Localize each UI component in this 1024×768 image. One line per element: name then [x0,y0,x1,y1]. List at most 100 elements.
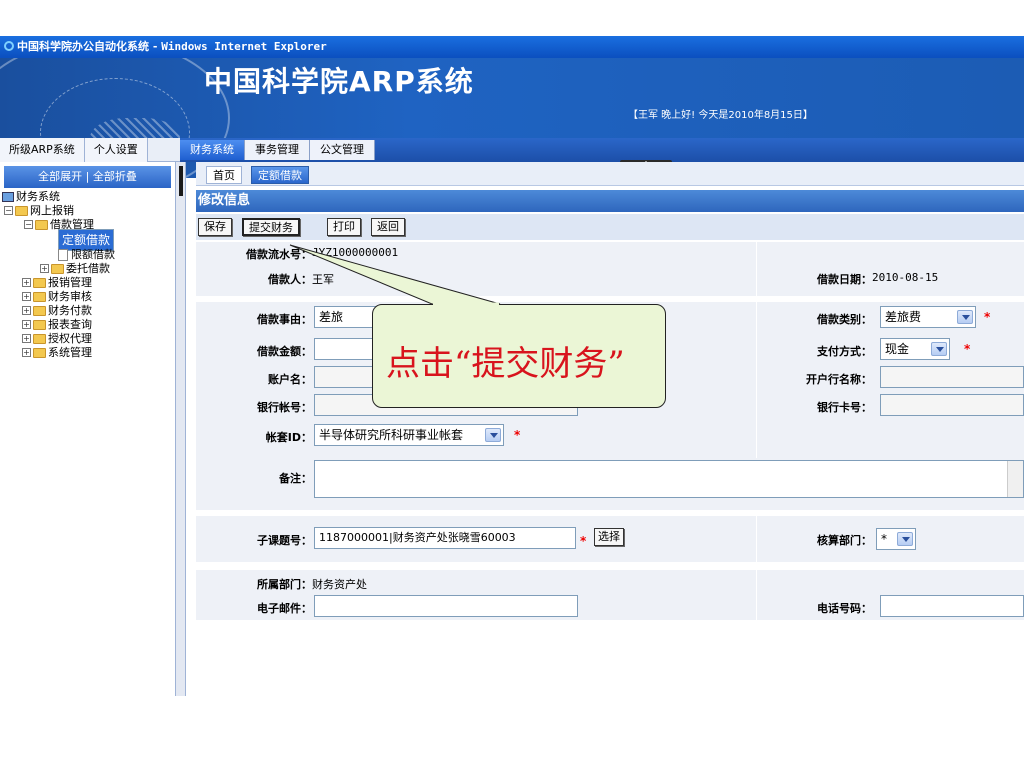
ie-icon [4,41,14,51]
tree-label: 报销管理 [48,276,92,289]
subject-input[interactable]: 1187000001|财务资产处张晓雪60003 [314,527,576,549]
payment-select-value: 现金 [885,342,910,356]
folder-icon [33,347,46,358]
category-label: 借款类别： [817,313,872,326]
borrower-label: 借款人： [268,273,312,286]
tree-node-system-mgmt[interactable]: + 系统管理 [22,346,92,359]
expand-collapse-bar: 全部展开 | 全部折叠 [4,166,171,188]
dept-select[interactable]: * [876,528,916,550]
tree-node-finance-audit[interactable]: + 财务审核 [22,290,92,303]
tree-label: 财务审核 [48,290,92,303]
payment-label: 支付方式： [817,345,872,358]
nav-right-group: 财务系统 事务管理 公文管理 [180,138,1024,162]
chevron-down-icon [931,342,947,356]
back-button[interactable]: 返回 [371,218,405,236]
required-mark: * [580,534,587,548]
nav-item-finance-system[interactable]: 财务系统 [180,140,245,160]
tree-node-entrust-loan[interactable]: + 委托借款 [40,262,110,275]
tab-strip: 首页 定额借款 [196,162,1024,186]
nav-item-documents[interactable]: 公文管理 [310,140,375,160]
dept-label: 核算部门： [817,534,872,547]
required-mark: * [984,310,991,324]
toolbar: 保存 提交财务 打印 返回 [196,214,1024,240]
phone-input[interactable] [880,595,1024,617]
top-navigation: 所级ARP系统 个人设置 财务系统 事务管理 公文管理 [0,138,1024,162]
splitter-grip-icon [179,166,183,196]
tree-node-reimburse-mgmt[interactable]: + 报销管理 [22,276,92,289]
tree-collapse-icon: − [24,220,33,229]
nav-item-ars-system[interactable]: 所级ARP系统 [0,138,85,162]
window-title-separator: - [149,40,162,53]
serial-label: 借款流水号： [246,248,312,261]
bank-name-label: 开户行名称： [806,373,872,386]
ledger-select[interactable]: 半导体研究所科研事业帐套 [314,424,504,446]
window-title-browser: Windows Internet Explorer [161,40,327,53]
tree-node-limit-loan[interactable]: 限额借款 [58,248,115,261]
nav-item-personal-settings[interactable]: 个人设置 [84,138,148,162]
form-divider [756,570,757,620]
tree-node-report-query[interactable]: + 报表查询 [22,318,92,331]
submit-finance-button[interactable]: 提交财务 [242,218,300,236]
tree-node-finance-root[interactable]: 财务系统 [2,190,60,203]
folder-icon [33,333,46,344]
choose-button[interactable]: 选择 [594,528,624,546]
form-spacer [196,562,1024,570]
chevron-down-icon [957,310,973,324]
chevron-down-icon [897,532,913,546]
subject-label: 子课题号： [257,534,312,547]
category-select-value: 差旅费 [885,310,922,324]
tab-home[interactable]: 首页 [206,166,242,184]
folder-open-icon [15,205,28,216]
tree-node-finance-pay[interactable]: + 财务付款 [22,304,92,317]
save-button[interactable]: 保存 [198,218,232,236]
remark-label: 备注： [279,472,312,485]
greeting-text: 【王军 晚上好! 今天是2010年8月15日】 [628,110,813,121]
tree-expand-icon: + [40,264,49,273]
bank-name-input[interactable] [880,366,1024,388]
section-title: 修改信息 [196,190,1024,212]
required-mark: * [964,342,971,356]
category-select[interactable]: 差旅费 [880,306,976,328]
print-button[interactable]: 打印 [327,218,361,236]
tree-node-fixed-loan[interactable]: 定额借款 [58,228,115,251]
sidebar-splitter[interactable] [176,162,186,696]
screenshot-area: 中国科学院办公自动化系统 - Windows Internet Explorer… [0,36,1024,696]
loan-date-value: 2010-08-15 [872,271,939,284]
loan-date-label: 借款日期： [817,273,872,286]
tab-fixed-loan[interactable]: 定额借款 [251,166,309,184]
tree-expand-icon: + [22,320,31,329]
email-label: 电子邮件： [257,602,312,615]
card-number-input[interactable] [880,394,1024,416]
card-number-label: 银行卡号： [817,401,872,414]
amount-label: 借款金额： [257,345,312,358]
nav-item-affairs[interactable]: 事务管理 [245,140,310,160]
borrower-value: 王军 [312,273,334,286]
tree-node-auth-proxy[interactable]: + 授权代理 [22,332,92,345]
tree-expand-icon: + [22,306,31,315]
tree-label: 财务付款 [48,304,92,317]
tree-label: 系统管理 [48,346,92,359]
tree-label: 报表查询 [48,318,92,331]
tree-collapse-icon: − [4,206,13,215]
collapse-all-link[interactable]: 全部折叠 [93,170,137,183]
tree-label: 授权代理 [48,332,92,345]
ledger-label: 帐套ID： [265,431,312,444]
remark-textarea[interactable] [314,460,1024,498]
required-mark: * [514,428,521,442]
email-input[interactable] [314,595,578,617]
textarea-scrollbar[interactable] [1007,461,1023,497]
tree-expand-icon: + [22,292,31,301]
payment-select[interactable]: 现金 [880,338,950,360]
computer-icon [2,191,14,202]
window-title-app: 中国科学院办公自动化系统 [17,40,149,53]
main-content: 首页 定额借款 修改信息 保存 提交财务 打印 返回 借款流水号： JYZ100… [196,162,1024,696]
tree-expand-icon: + [22,334,31,343]
tree-label: 限额借款 [71,248,115,261]
annotation-callout-text: 点击“提交财务” [386,344,625,384]
ledger-select-value: 半导体研究所科研事业帐套 [319,428,464,442]
account-name-label: 账户名： [268,373,312,386]
tree-expand-icon: + [22,348,31,357]
expand-all-link[interactable]: 全部展开 [38,170,82,183]
tree-node-online-reimburse[interactable]: − 网上报销 [4,204,74,217]
nav-left-group: 所级ARP系统 个人设置 [0,138,148,162]
